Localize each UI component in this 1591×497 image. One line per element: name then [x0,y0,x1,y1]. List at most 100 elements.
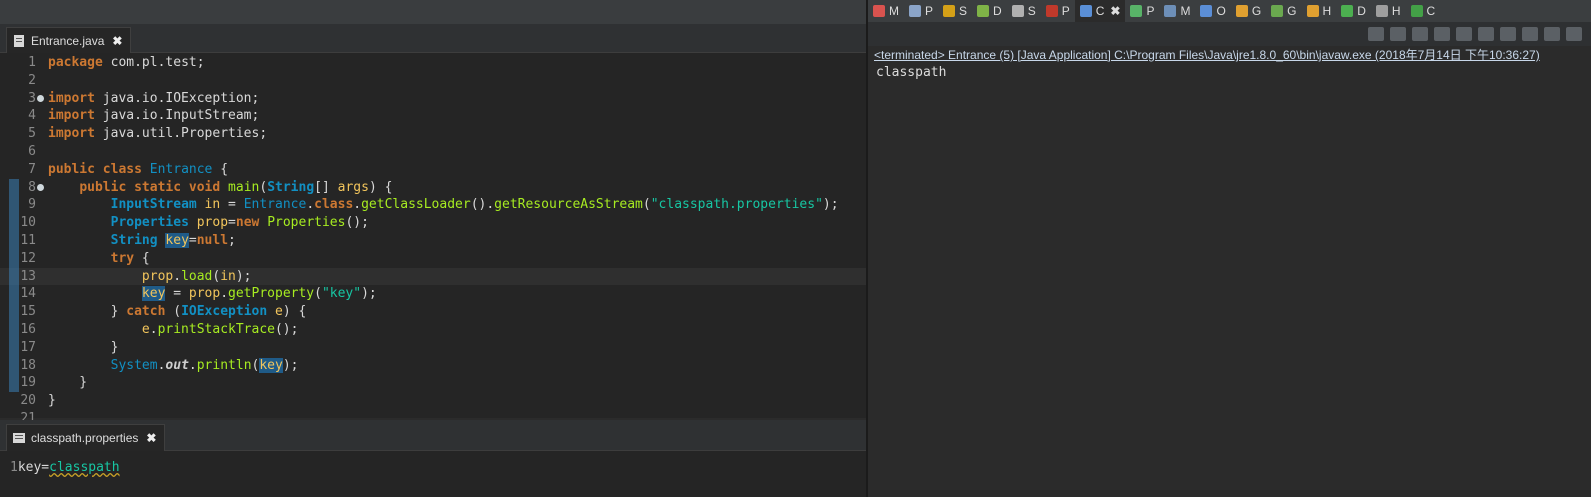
property-key: key= [17,460,50,475]
properties-tabbar: classpath.properties ✖ [0,420,866,451]
view-icon [1306,5,1319,17]
view-icon [1200,5,1213,17]
code-area[interactable]: 1 package com.pl.test; 2 3 import java.io.IO… [0,54,866,426]
code-line[interactable]: 5 import java.util.Properties; [0,125,866,143]
code-line[interactable]: 18 System.out.println(key); [0,356,866,375]
view-tab-p[interactable]: P [1125,0,1159,22]
code-line[interactable]: 16 e.printStackTrace(); [0,320,866,339]
code-line[interactable]: 9 InputStream in = Entrance.class.getCla… [0,196,866,215]
code-line[interactable]: 10 Properties prop=new Properties(); [0,214,866,232]
view-tab-p[interactable]: P [1041,0,1075,22]
code-line[interactable]: 2 [0,72,866,90]
view-tab-label: H [1322,4,1332,18]
show-stderr-icon[interactable] [1500,27,1516,41]
view-icon [1079,5,1092,17]
view-tab-c[interactable]: C [1406,0,1441,22]
code-line[interactable]: 19 } [0,374,866,393]
view-icon [1235,5,1248,17]
code-line[interactable]: 11 String key=null; [0,231,866,250]
java-editor[interactable]: Entrance.java ✖ 1 package com.pl.test; 2 3 i… [0,24,867,426]
close-icon[interactable]: ✖ [146,431,156,445]
view-tab-label: P [1061,4,1070,18]
view-tab-label: S [1027,4,1036,18]
code-text: prop.load(in); [141,268,252,284]
view-tab-m[interactable]: M [1159,0,1195,22]
view-icon [1164,5,1177,17]
remove-launch-icon[interactable] [1390,27,1406,41]
tab-entrance-java[interactable]: Entrance.java ✖ [6,27,132,53]
console-toolbar [868,22,1591,46]
view-tab-o[interactable]: O [1195,0,1230,22]
close-icon[interactable]: ✖ [112,34,122,48]
code-line[interactable]: 17 } [0,338,866,357]
line-number: 1 [28,55,36,70]
view-tab-h[interactable]: H [1302,0,1337,22]
code-text: public static void main(String[] args) { [79,179,393,195]
console-view: M P S D S P C ✖ P M O G G H D H C <terminated> Entrance … [868,0,1591,497]
change-indicator [9,356,19,375]
view-tab-g[interactable]: G [1231,0,1266,22]
view-tab-label: G [1287,4,1297,18]
remove-all-icon[interactable] [1412,27,1428,41]
view-icon [977,5,990,17]
line-number: 4 [28,108,36,124]
view-tab-c[interactable]: C ✖ [1074,0,1126,22]
view-tab-p[interactable]: P [904,0,938,22]
code-line[interactable]: 12 try { [0,249,866,268]
code-text: Properties prop=new Properties(); [110,215,369,231]
scroll-lock-icon[interactable] [1434,27,1450,41]
code-line[interactable]: 1 package com.pl.test; [0,54,866,72]
code-line[interactable]: 3 import java.io.IOException; [0,90,866,108]
show-stdout-icon[interactable] [1478,27,1494,41]
view-tab-s[interactable]: S [938,0,972,22]
properties-editor[interactable]: classpath.properties ✖ 1key=classpath [0,420,867,497]
code-line[interactable]: 4 import java.io.InputStream; [0,107,866,125]
view-tab-d[interactable]: D [972,0,1007,22]
view-tab-d[interactable]: D [1336,0,1371,22]
code-line[interactable]: 15 } catch (IOException e) { [0,303,866,321]
close-icon[interactable]: ✖ [1110,4,1120,18]
code-line[interactable]: 20} [0,392,866,410]
change-indicator [9,320,19,339]
code-line[interactable]: 14 key = prop.getProperty("key"); [0,285,866,304]
view-icon [1271,5,1284,17]
code-line[interactable]: 13 prop.load(in); [0,267,866,286]
properties-file-icon [13,432,25,444]
change-indicator [9,214,19,232]
console-output[interactable]: classpath [876,65,946,80]
code-line[interactable]: 6 [0,143,866,161]
change-indicator [9,338,19,357]
code-text: e.printStackTrace(); [141,321,299,337]
view-tab-label: G [1251,4,1262,18]
properties-line[interactable]: 1key=classpath [10,460,120,475]
view-tab-h[interactable]: H [1371,0,1406,22]
view-icon [1410,5,1423,17]
line-number: 5 [28,126,36,142]
view-icon [943,5,956,17]
code-text: try { [110,250,150,266]
view-tab-label: D [993,4,1002,18]
code-line[interactable]: 8 public static void main(String[] args)… [0,178,866,197]
view-tab-m[interactable]: M [868,0,904,22]
line-number: 3 [28,90,36,106]
fold-toggle-icon[interactable] [37,183,44,191]
code-text: package com.pl.test; [48,55,205,70]
change-indicator [9,196,19,215]
code-text: System.out.println(key); [110,357,299,373]
code-text: key = prop.getProperty("key"); [141,286,377,302]
open-console-icon[interactable] [1566,27,1582,41]
terminate-icon[interactable] [1368,27,1384,41]
code-line[interactable]: 7 public class Entrance { [0,161,866,179]
tab-classpath-properties[interactable]: classpath.properties ✖ [6,424,166,451]
word-wrap-icon[interactable] [1456,27,1472,41]
view-tab-label: M [1180,4,1191,18]
pin-console-icon[interactable] [1522,27,1538,41]
code-text: } [48,393,56,409]
view-tab-g[interactable]: G [1266,0,1301,22]
line-number: 7 [28,161,36,177]
display-console-icon[interactable] [1544,27,1560,41]
view-tab-label: D [1357,4,1366,18]
fold-toggle-icon[interactable] [37,94,44,102]
change-indicator [9,285,19,304]
view-tab-s[interactable]: S [1007,0,1041,22]
